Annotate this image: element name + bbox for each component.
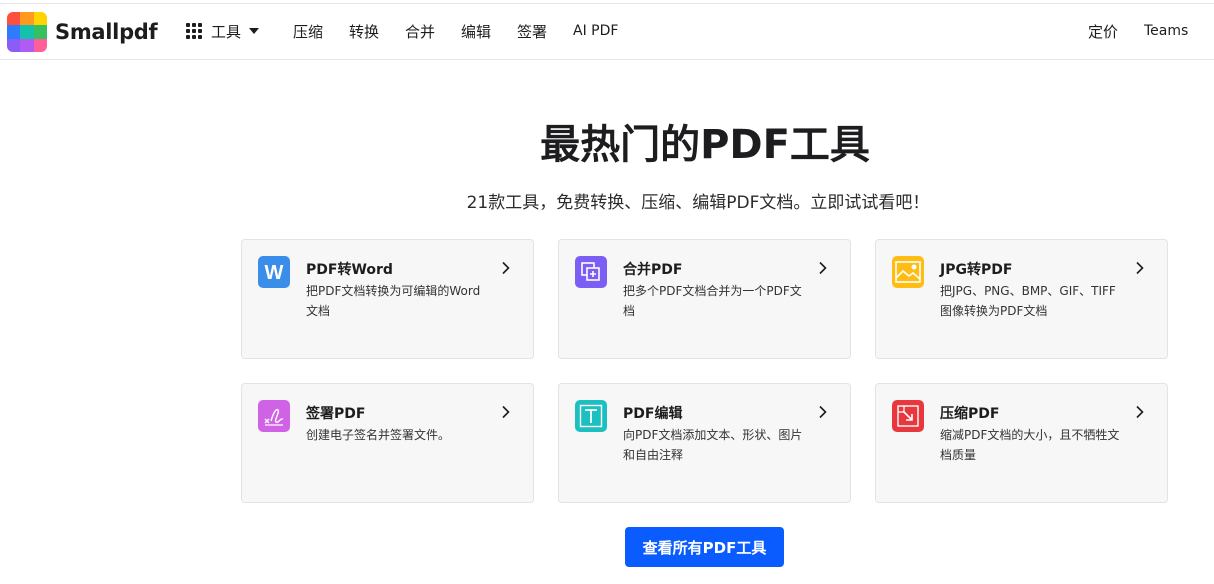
brand-logo[interactable]: Smallpdf xyxy=(7,12,158,52)
view-all-tools-button[interactable]: 查看所有PDF工具 xyxy=(625,527,784,567)
tool-card-edit-pdf[interactable]: PDF编辑 向PDF文档添加文本、形状、图片和自由注释 xyxy=(558,383,851,503)
tool-card-sign-pdf[interactable]: 签署PDF 创建电子签名并签署文件。 xyxy=(241,383,534,503)
nav-link-pricing[interactable]: 定价 xyxy=(1088,21,1118,42)
chevron-right-icon xyxy=(502,405,510,419)
nav-link-merge[interactable]: 合并 xyxy=(405,21,435,42)
chevron-right-icon xyxy=(1136,261,1144,275)
compress-icon xyxy=(892,400,924,432)
tool-card-description: 创建电子签名并签署文件。 xyxy=(306,428,451,442)
smallpdf-logo-icon xyxy=(7,12,47,52)
chevron-right-icon xyxy=(1136,405,1144,419)
tool-card-pdf-to-word[interactable]: W PDF转Word 把PDF文档转换为可编辑的Word文档 xyxy=(241,239,534,359)
image-icon xyxy=(892,256,924,288)
tool-card-title: JPG转PDF xyxy=(940,262,1013,278)
tool-card-jpg-to-pdf[interactable]: JPG转PDF 把JPG、PNG、BMP、GIF、TIFF图像转换为PDF文档 xyxy=(875,239,1168,359)
chevron-right-icon xyxy=(502,261,510,275)
chevron-right-icon xyxy=(819,261,827,275)
tool-card-description: 把多个PDF文档合并为一个PDF文档 xyxy=(623,284,802,318)
grid-icon xyxy=(186,23,202,39)
tool-card-description: 向PDF文档添加文本、形状、图片和自由注释 xyxy=(623,428,803,462)
text-edit-icon xyxy=(575,400,607,432)
tool-card-title: PDF转Word xyxy=(306,262,393,278)
tool-card-title: 压缩PDF xyxy=(940,406,1000,422)
nav-link-ai-pdf[interactable]: AI PDF xyxy=(573,23,618,39)
svg-text:W: W xyxy=(265,262,284,284)
nav-link-teams[interactable]: Teams xyxy=(1144,23,1188,39)
tool-card-description: 缩减PDF文档的大小，且不牺牲文档质量 xyxy=(940,428,1120,462)
nav-link-sign[interactable]: 签署 xyxy=(517,21,547,42)
nav-link-edit[interactable]: 编辑 xyxy=(461,21,491,42)
page-subtitle: 21款工具，免费转换、压缩、编辑PDF文档。立即试试看吧！ xyxy=(466,193,930,213)
tool-card-compress-pdf[interactable]: 压缩PDF 缩减PDF文档的大小，且不牺牲文档质量 xyxy=(875,383,1168,503)
chevron-right-icon xyxy=(819,405,827,419)
tool-card-description: 把JPG、PNG、BMP、GIF、TIFF图像转换为PDF文档 xyxy=(940,284,1116,318)
merge-icon xyxy=(575,256,607,288)
tools-label: 工具 xyxy=(211,22,242,41)
tool-card-title: 合并PDF xyxy=(623,262,683,278)
nav-link-compress[interactable]: 压缩 xyxy=(293,21,323,42)
tools-dropdown[interactable]: 工具 xyxy=(186,19,260,43)
tool-card-merge-pdf[interactable]: 合并PDF 把多个PDF文档合并为一个PDF文档 xyxy=(558,239,851,359)
brand-name: Smallpdf xyxy=(55,20,158,44)
word-icon: W xyxy=(258,256,290,288)
tool-card-title: 签署PDF xyxy=(306,406,366,422)
chevron-down-icon xyxy=(249,28,260,34)
tool-card-title: PDF编辑 xyxy=(623,406,683,422)
nav-link-convert[interactable]: 转换 xyxy=(349,21,379,42)
top-navigation: Smallpdf 工具 压缩 转换 合并 编辑 签署 AI PDF 定价 Tea… xyxy=(0,4,1214,60)
page-title: 最热门的PDF工具 xyxy=(540,122,870,168)
tool-card-description: 把PDF文档转换为可编辑的Word文档 xyxy=(306,284,481,318)
signature-icon xyxy=(258,400,290,432)
